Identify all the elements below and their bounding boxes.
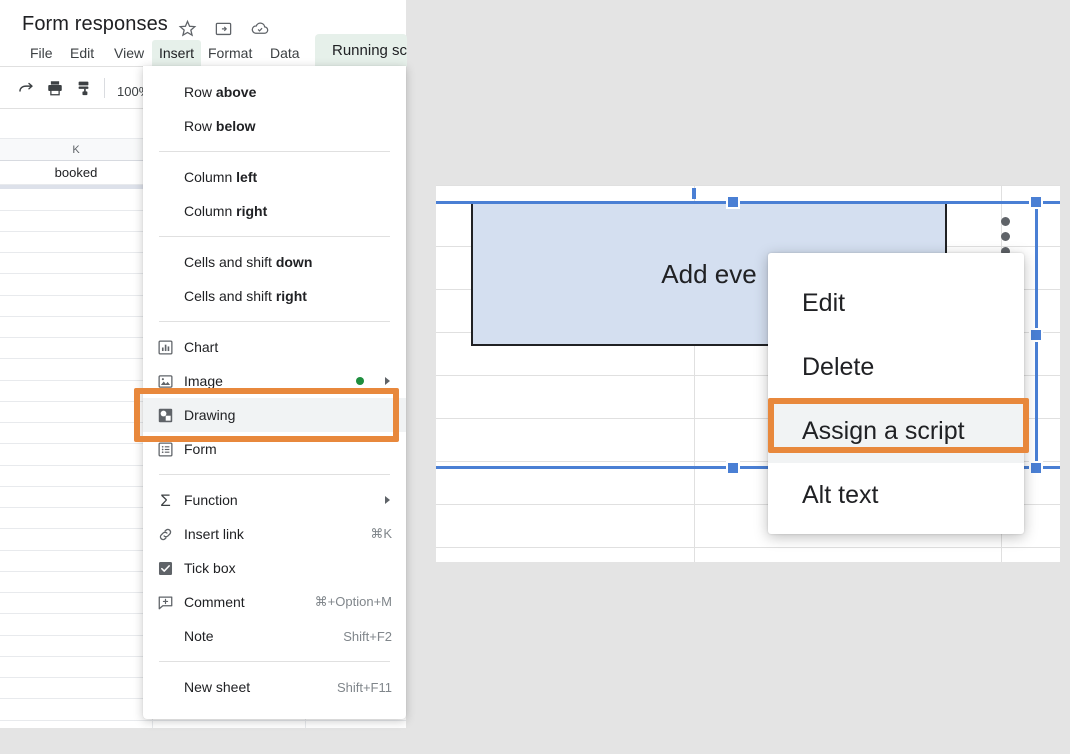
menu-item-label: New sheet bbox=[184, 679, 251, 695]
menu-item-shortcut: ⌘K bbox=[370, 526, 392, 541]
menu-item-shortcut: Shift+F2 bbox=[343, 628, 392, 644]
checkbox-icon bbox=[157, 560, 174, 577]
column-header-k[interactable]: K bbox=[0, 139, 153, 161]
document-title[interactable]: Form responses bbox=[22, 13, 168, 36]
menu-insert[interactable]: Insert bbox=[152, 40, 202, 66]
menu-separator bbox=[159, 236, 390, 237]
menu-item-column-left[interactable]: Column left bbox=[143, 160, 406, 194]
menu-data[interactable]: Data bbox=[263, 40, 307, 66]
context-menu-item-assign-a-script[interactable]: Assign a script bbox=[768, 399, 1024, 463]
menu-item-comment[interactable]: Comment ⌘+Option+M bbox=[143, 585, 406, 619]
menu-separator bbox=[159, 151, 390, 152]
menu-item-chart[interactable]: Chart bbox=[143, 330, 406, 364]
menu-separator bbox=[159, 661, 390, 662]
menu-item-column-right[interactable]: Column right bbox=[143, 194, 406, 228]
drawing-context-menu[interactable]: Edit Delete Assign a script Alt text bbox=[768, 253, 1024, 534]
paint-format-icon[interactable] bbox=[76, 79, 94, 102]
insert-dropdown-menu[interactable]: Row above Row below Column left Column r… bbox=[143, 66, 406, 719]
selection-line-top bbox=[436, 201, 1060, 204]
menu-separator bbox=[159, 321, 390, 322]
menu-item-label: Insert link bbox=[184, 526, 244, 542]
selection-handle-bottom-right[interactable] bbox=[1029, 461, 1043, 475]
sigma-icon: Σ bbox=[160, 491, 171, 510]
context-menu-item-edit[interactable]: Edit bbox=[768, 271, 1024, 335]
menu-item-label: Column bbox=[184, 169, 237, 185]
menu-edit[interactable]: Edit bbox=[63, 40, 101, 66]
menu-item-shortcut: Shift+F11 bbox=[336, 679, 392, 695]
menu-item-drawing[interactable]: Drawing bbox=[143, 398, 406, 432]
context-menu-item-delete[interactable]: Delete bbox=[768, 335, 1024, 399]
menu-item-label: Row bbox=[184, 84, 216, 100]
menu-format[interactable]: Format bbox=[201, 40, 259, 66]
toolbar-divider bbox=[104, 78, 105, 98]
menu-item-label: Note bbox=[184, 628, 214, 644]
menu-item-row-above[interactable]: Row above bbox=[143, 75, 406, 109]
move-to-folder-icon[interactable] bbox=[214, 19, 233, 38]
new-feature-dot-icon bbox=[356, 377, 364, 385]
menu-separator bbox=[159, 474, 390, 475]
menu-item-tick-box[interactable]: Tick box bbox=[143, 551, 406, 585]
menu-item-label: Tick box bbox=[184, 560, 236, 576]
menu-item-label: Image bbox=[184, 373, 223, 389]
context-menu-label: Assign a script bbox=[802, 416, 965, 445]
menu-item-label-bold: above bbox=[215, 84, 257, 100]
menu-item-label: Cells and shift bbox=[184, 254, 276, 270]
menu-file[interactable]: File bbox=[23, 40, 60, 66]
menu-item-insert-link[interactable]: Insert link ⌘K bbox=[143, 517, 406, 551]
menu-item-label: Drawing bbox=[184, 407, 236, 423]
selection-tick-top bbox=[692, 188, 696, 199]
menu-item-label-bold: right bbox=[236, 203, 268, 219]
cell-k-booked[interactable]: booked bbox=[0, 162, 152, 184]
screenshot-root: Add eve Edit Delete Assign a script Alt … bbox=[0, 0, 1070, 754]
selection-handle-top[interactable] bbox=[726, 195, 740, 209]
redo-icon[interactable] bbox=[17, 79, 35, 102]
menu-item-new-sheet[interactable]: New sheet Shift+F11 bbox=[143, 670, 406, 704]
link-icon bbox=[157, 526, 174, 543]
menu-item-label: Column bbox=[184, 203, 237, 219]
form-icon bbox=[157, 441, 174, 458]
selection-handle-right[interactable] bbox=[1029, 328, 1043, 342]
chart-icon bbox=[157, 339, 174, 356]
menu-item-label: Cells and shift bbox=[184, 288, 276, 304]
menu-item-shortcut: ⌘+Option+M bbox=[314, 594, 392, 609]
chevron-right-icon bbox=[385, 377, 390, 385]
star-icon[interactable] bbox=[178, 19, 197, 38]
context-menu-label: Edit bbox=[802, 288, 846, 317]
menu-item-label-bold: below bbox=[215, 118, 256, 134]
menu-item-label: Form bbox=[184, 441, 217, 457]
drawing-icon bbox=[157, 407, 174, 424]
selection-handle-top-right[interactable] bbox=[1029, 195, 1043, 209]
menu-item-label: Chart bbox=[184, 339, 219, 355]
image-icon bbox=[157, 373, 174, 390]
chevron-right-icon bbox=[385, 496, 390, 504]
comment-icon bbox=[157, 594, 174, 611]
menu-item-cells-and-shift-down[interactable]: Cells and shift down bbox=[143, 245, 406, 279]
menu-item-label: Row bbox=[184, 118, 216, 134]
running-script-banner: Running sc bbox=[315, 34, 407, 67]
context-menu-label: Delete bbox=[802, 352, 875, 381]
menu-view[interactable]: View bbox=[107, 40, 151, 66]
menu-item-image[interactable]: Image bbox=[143, 364, 406, 398]
menu-item-row-below[interactable]: Row below bbox=[143, 109, 406, 143]
menu-item-label-bold: down bbox=[275, 254, 313, 270]
menu-item-cells-and-shift-right[interactable]: Cells and shift right bbox=[143, 279, 406, 313]
menu-item-label: Comment bbox=[184, 594, 245, 610]
context-menu-label: Alt text bbox=[802, 480, 879, 509]
menu-item-label-bold: right bbox=[275, 288, 307, 304]
menu-item-form[interactable]: Form bbox=[143, 432, 406, 466]
menu-item-function[interactable]: Σ Function bbox=[143, 483, 406, 517]
menu-item-note[interactable]: Note Shift+F2 bbox=[143, 619, 406, 653]
selection-handle-bottom[interactable] bbox=[726, 461, 740, 475]
menu-item-label-bold: left bbox=[236, 169, 258, 185]
cloud-saved-icon[interactable] bbox=[250, 19, 270, 38]
running-script-label: Running sc bbox=[332, 42, 408, 59]
print-icon[interactable] bbox=[46, 79, 64, 102]
menu-item-label: Function bbox=[184, 492, 238, 508]
context-menu-item-alt-text[interactable]: Alt text bbox=[768, 463, 1024, 527]
